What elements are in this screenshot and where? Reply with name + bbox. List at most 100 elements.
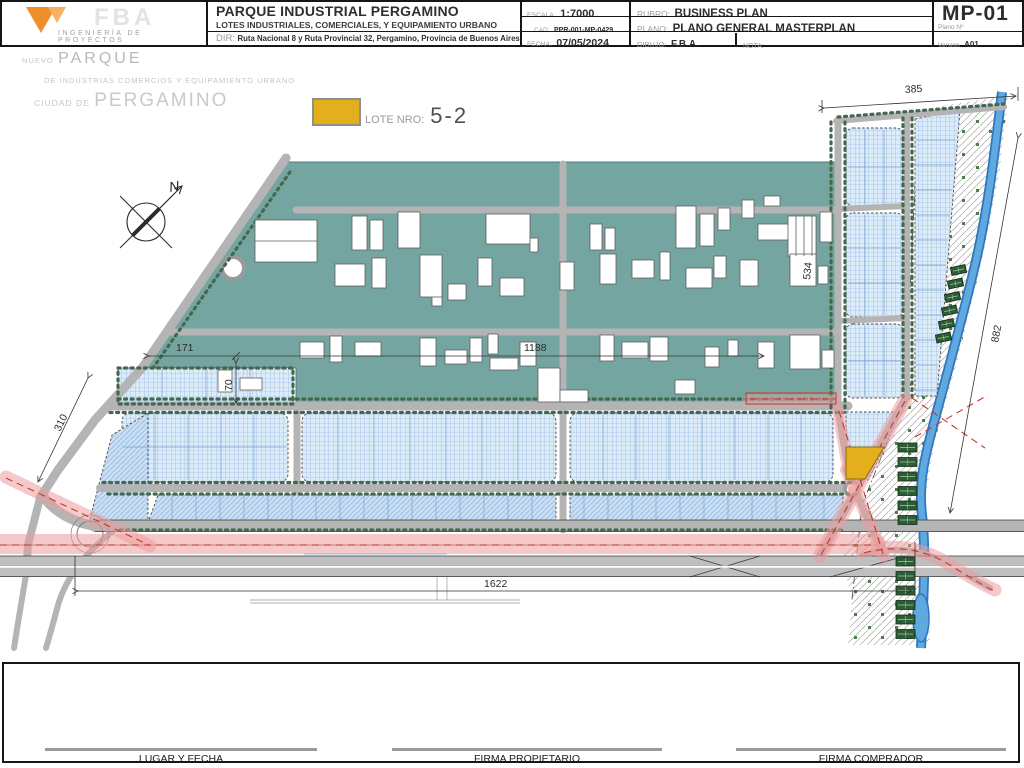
signature-box: LUGAR Y FECHA FIRMA PROPIETARIO FIRMA CO… [2,662,1020,763]
building-footprint [352,216,367,250]
building-footprint [335,264,365,286]
north-compass: N [120,177,182,248]
fecha-row: FECHA: 07/05/2024 [527,33,609,51]
green-structure [898,487,917,496]
green-structure [898,501,917,510]
building-footprint [538,368,560,402]
building-footprint [600,335,614,361]
dim-171: 171 [176,342,194,354]
legend-lot-number: 5-2 [430,106,468,126]
building-footprint [490,358,518,370]
fecha-label: FECHA: [527,41,552,48]
building-footprint [632,260,654,278]
watermark-line2: DE INDUSTRIAS COMERCIOS Y EQUIPAMIENTO U… [44,76,295,85]
sheet-number-cell: MP-01 Plano Nº Version A01 [934,2,1022,45]
dim-310: 310 [52,412,71,433]
north-label: N [168,177,182,195]
version-label: Version [938,42,960,49]
building-footprint [470,338,482,362]
green-structure [896,572,915,581]
dir-label: DIR: [216,33,235,44]
building-footprint [355,342,381,356]
building-footprint [650,337,668,361]
dim-882: 882 [989,324,1004,344]
logo-brand: FBA [94,4,155,32]
dim-1622: 1622 [484,578,508,590]
building-footprint [660,252,670,280]
lot-triangle-west [88,413,148,526]
building-footprint [740,260,758,286]
building-footprint [676,206,696,248]
nota-row: NOTA: [743,35,764,53]
site-plan-svg: N 385 171 1188 70 310 534 882 1622 [0,0,1024,768]
watermark-pergamino: PERGAMINO [94,90,228,111]
plano-value: PLANO GENERAL MASTERPLAN [673,23,856,35]
project-address: DIR: Ruta Nacional 8 y Ruta Provincial 3… [216,33,520,44]
building-footprint [822,350,834,368]
plano-label: PLANO: [637,24,668,34]
signature-label-lugar: LUGAR Y FECHA [45,753,317,765]
dim-70: 70 [223,379,235,391]
dir-value: Ruta Nacional 8 y Ruta Provincial 32, Pe… [238,34,520,43]
building-footprint [675,380,695,394]
dim-1188: 1188 [524,342,547,354]
signature-line-comprador [736,748,1006,751]
building-footprint [488,334,498,354]
green-structure [896,630,915,639]
building-footprint [714,256,726,278]
legend-label: LOTE NRO: [365,114,424,126]
building-footprint [700,214,714,246]
signature-label-propietario: FIRMA PROPIETARIO [392,753,662,765]
building-footprint [600,254,616,284]
building-footprint [330,336,342,362]
building-footprint [398,212,420,248]
drawing-sheet: N 385 171 1188 70 310 534 882 1622 [0,0,1024,768]
building-footprint [420,338,436,366]
project-subtitle: LOTES INDUSTRIALES, COMERCIALES, Y EQUIP… [216,20,497,30]
building-footprint [742,200,754,218]
watermark-parque: PARQUE [58,50,142,67]
building-footprint [486,214,530,244]
building-footprint [372,258,386,288]
project-title: PARQUE INDUSTRIAL PERGAMINO [216,3,459,19]
signature-line-lugar [45,748,317,751]
green-structure [898,516,917,525]
watermark-nuevo: NUEVO [22,56,54,65]
building-footprint [705,347,719,367]
building-footprint [500,278,524,296]
building-footprint [240,378,262,390]
building-footprint [370,220,383,250]
title-block: FBA INGENIERÍA DE PROYECTOS PARQUE INDUS… [0,0,1024,47]
dibujo-label: DIBUJO: [637,40,667,49]
legend-color-swatch [312,98,361,126]
building-footprint [758,224,792,240]
project-cell: PARQUE INDUSTRIAL PERGAMINO LOTES INDUST… [208,2,520,45]
company-logo-icon [26,7,56,33]
signature-line-propietario [392,748,662,751]
building-footprint [764,196,780,206]
project-watermark: NUEVO PARQUE DE INDUSTRIAS COMERCIOS Y E… [22,49,295,113]
green-structure [896,615,915,624]
building-footprint [445,350,467,364]
building-footprint [448,284,466,300]
dim-534: 534 [801,261,815,280]
dibujo-row: DIBUJO: F.B.A. [637,34,699,52]
building-footprint [560,262,574,290]
meta-cell: ESCALA: 1:7000 CAD: PPR-001-MP-0429 FECH… [522,2,629,45]
nota-label: NOTA: [743,43,764,50]
logo-tagline: INGENIERÍA DE PROYECTOS [58,30,206,44]
fecha-value: 07/05/2024 [556,37,609,49]
green-structure [898,472,917,481]
building-footprint [560,390,588,402]
building-footprint [605,228,615,250]
building-footprint [420,255,442,297]
green-structure [896,586,915,595]
building-footprint [530,238,538,252]
dibujo-value: F.B.A. [671,39,699,50]
lot-block-east-2 [846,213,903,317]
building-footprint [820,212,832,242]
version-row: Version A01 [938,34,979,52]
version-value: A01 [964,40,979,49]
rubro-label: RUBRO: [637,9,670,19]
green-structure [898,458,917,467]
